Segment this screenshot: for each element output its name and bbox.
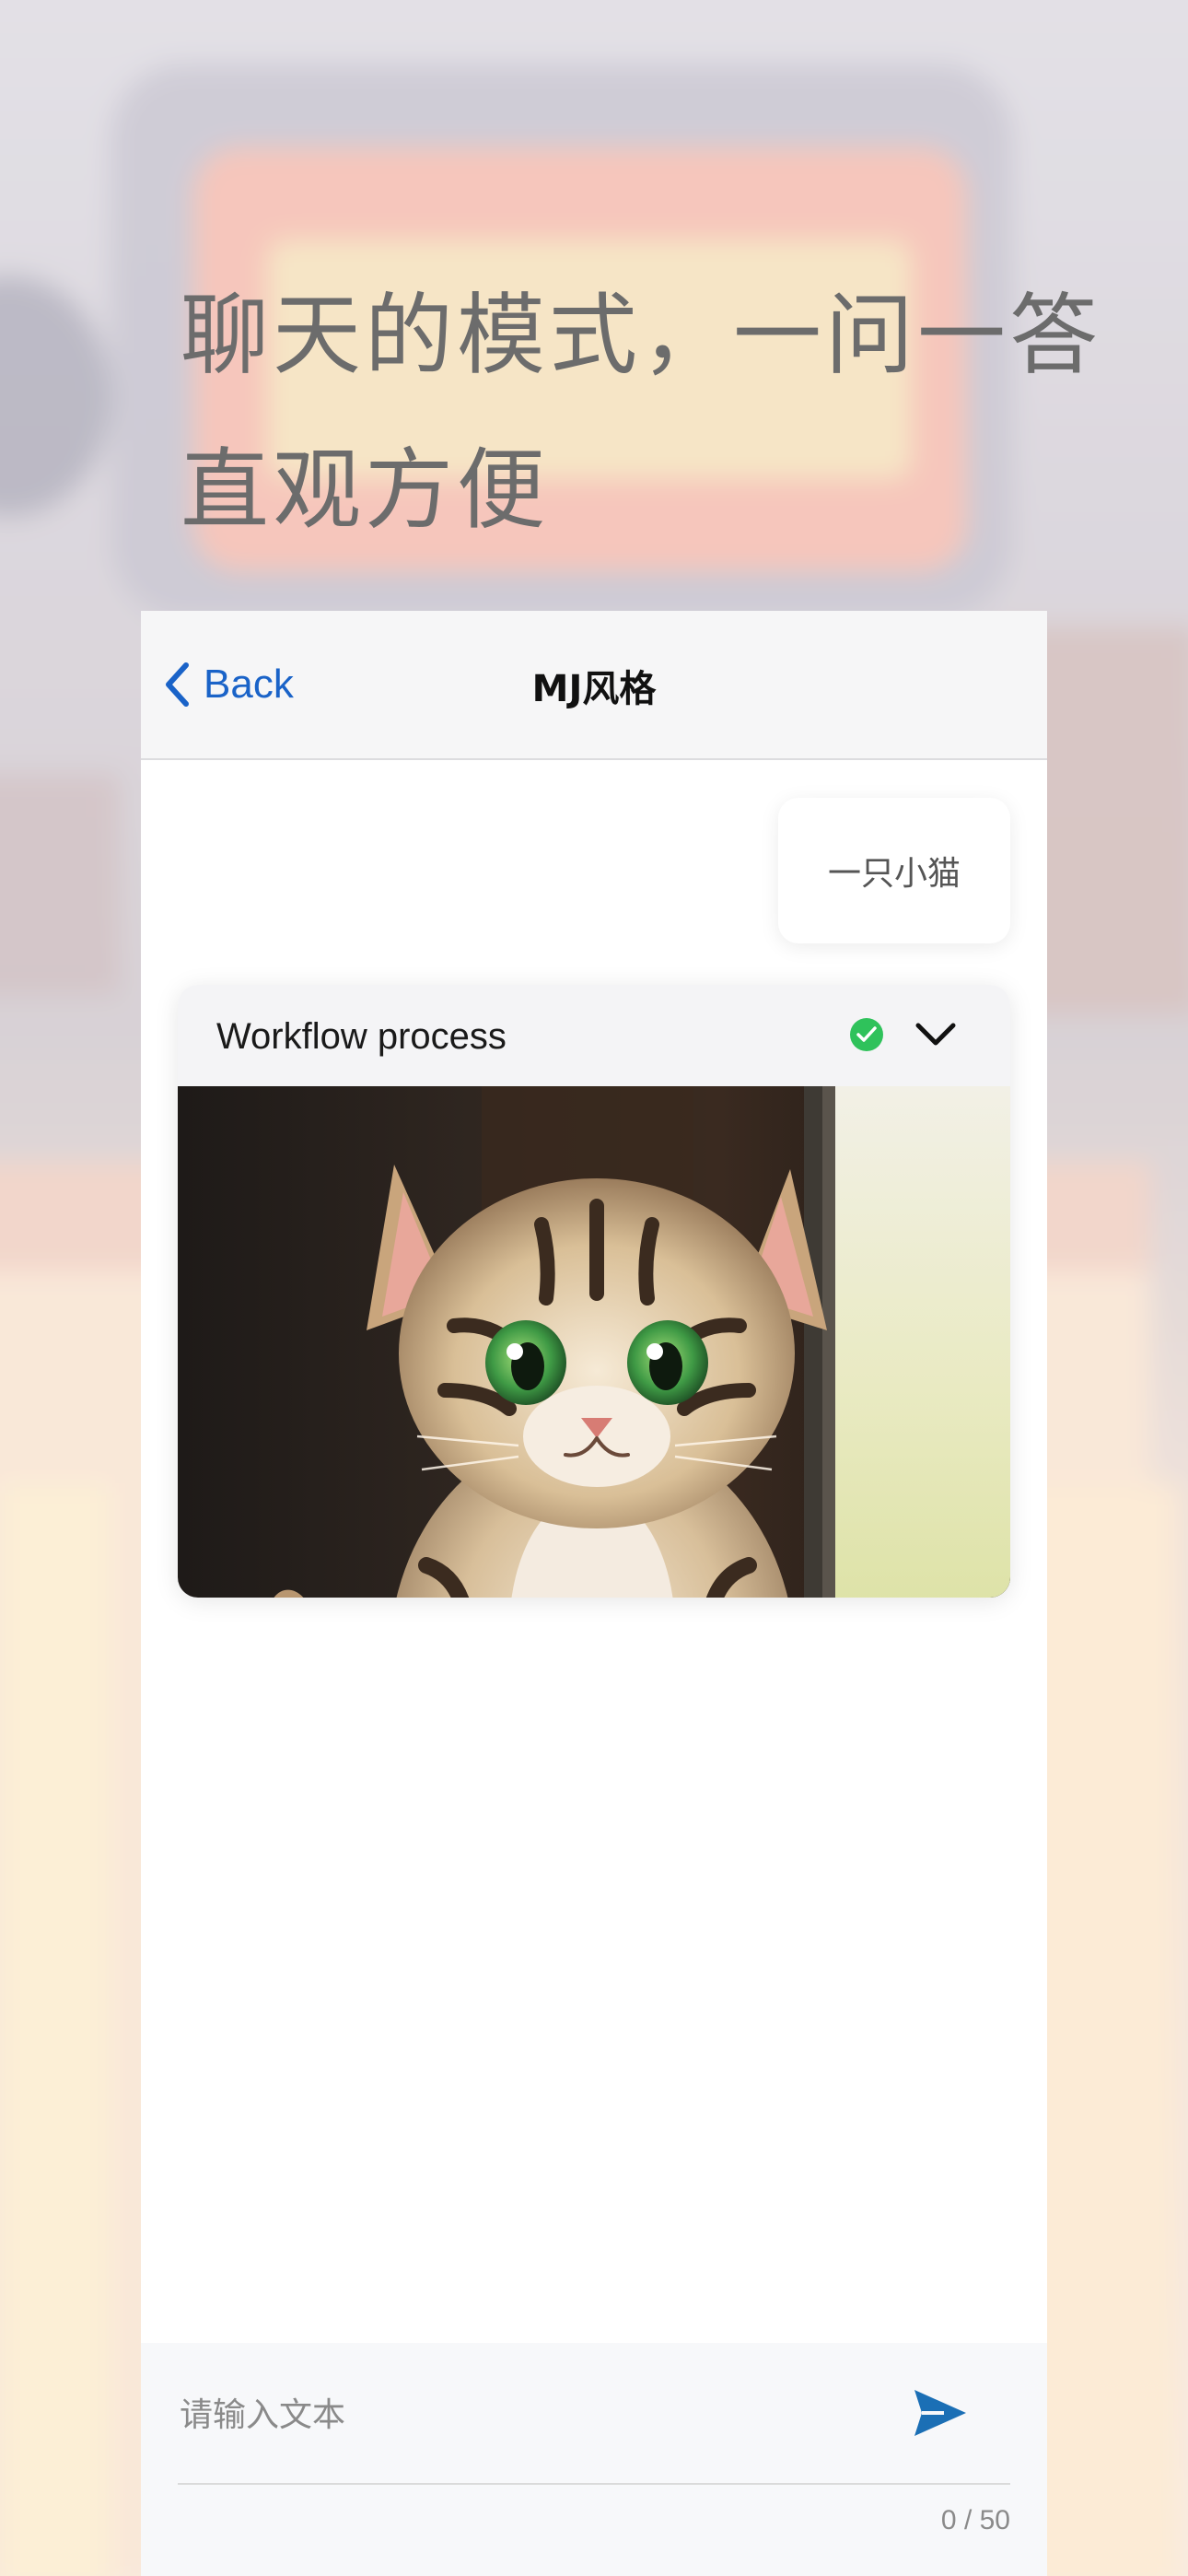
character-separator: / [956,2505,980,2535]
generated-kitten-image[interactable] [178,1086,1010,1598]
user-message-bubble: 一只小猫 [778,798,1010,943]
send-icon[interactable] [913,2387,968,2439]
chat-screen: Back MJ风格 一只小猫 Workflow process 请输入文本 0 … [141,611,1047,2576]
character-count: 0 [940,2505,957,2535]
workflow-header[interactable]: Workflow process [178,985,1010,1086]
composer-divider [178,2483,1010,2485]
message-input[interactable] [178,2382,900,2448]
workflow-card: Workflow process [178,985,1010,1598]
character-max: 50 [979,2505,1010,2535]
success-check-icon [850,1018,883,1051]
headline: 聊天的模式，一问一答 直观方便 [181,258,1101,568]
navigation-bar: Back MJ风格 [141,611,1047,760]
chevron-down-icon[interactable] [914,1020,957,1049]
page-title: MJ风格 [531,668,657,710]
user-message-text: 一只小猫 [827,855,961,893]
headline-line-2: 直观方便 [181,439,549,542]
message-composer: 0 / 50 [141,2343,1047,2576]
character-counter: 0 / 50 [941,2505,1010,2536]
workflow-title: Workflow process [216,1016,507,1057]
headline-line-1: 聊天的模式，一问一答 [181,284,1101,387]
